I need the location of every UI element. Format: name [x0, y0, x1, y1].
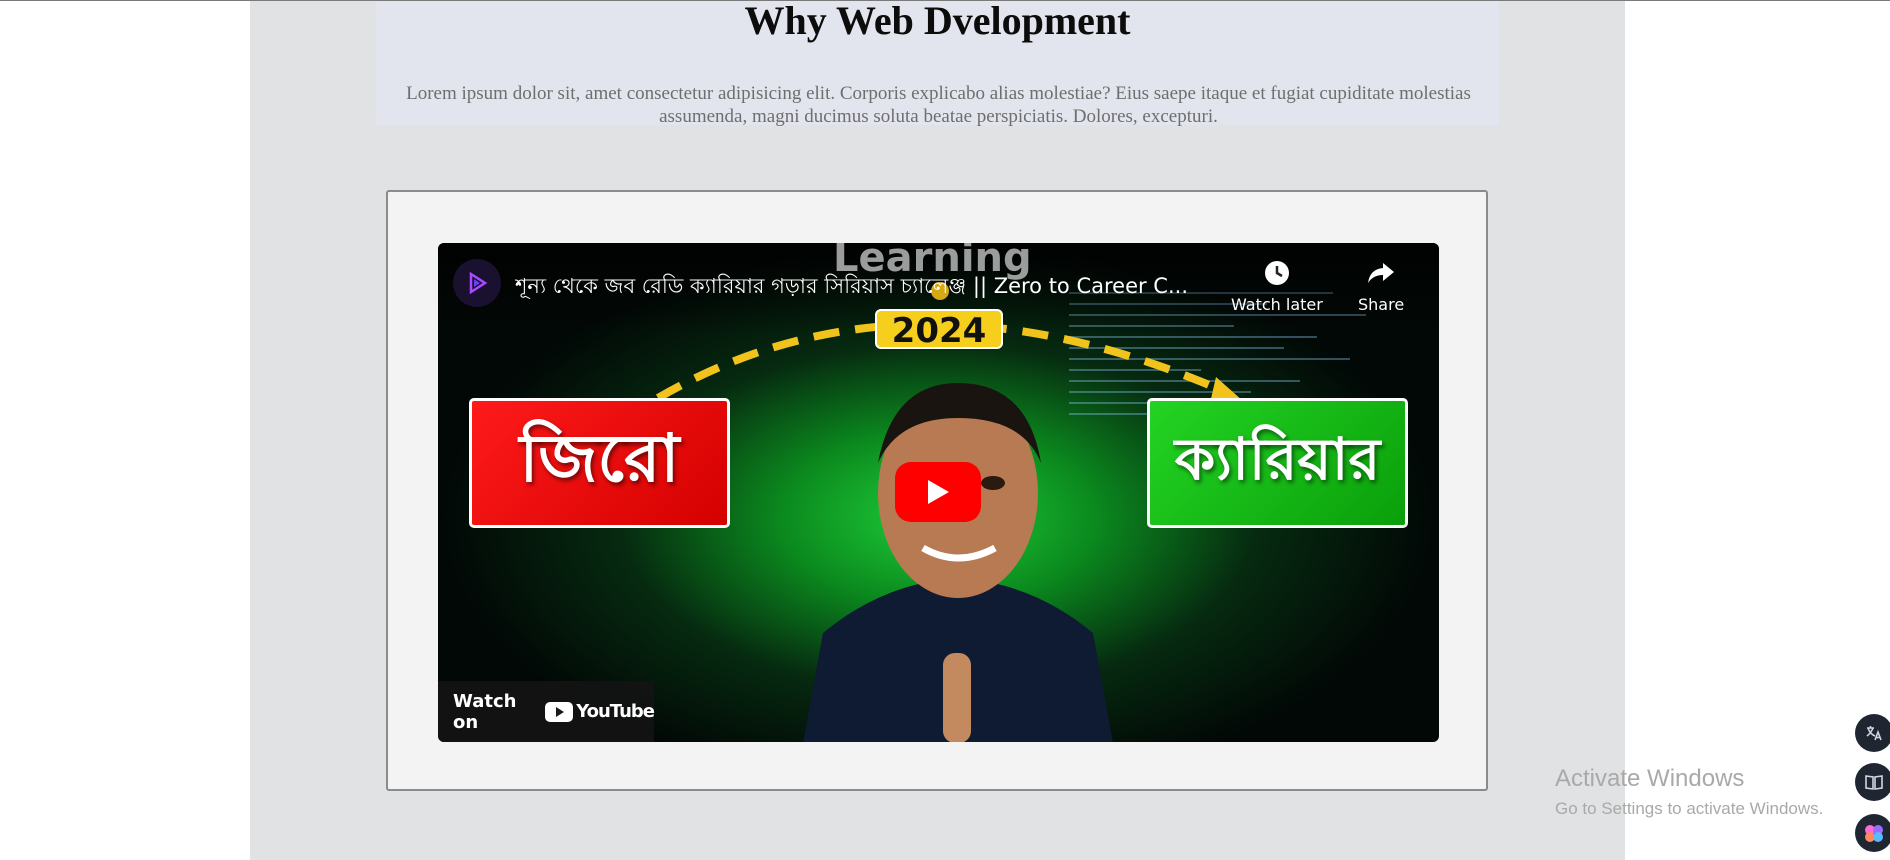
- youtube-icon: [545, 701, 574, 722]
- channel-logo-icon: [469, 271, 488, 295]
- page-description: Lorem ipsum dolor sit, amet consectetur …: [406, 83, 1471, 127]
- youtube-embed[interactable]: Learning 2024 জিরো ক্যারিয়ার শূন্য থেকে…: [438, 243, 1439, 742]
- content-column: Why Web Dvelopment Lorem ipsum dolor sit…: [250, 1, 1625, 860]
- watch-on-label: Watch on: [453, 690, 517, 733]
- year-badge: 2024: [875, 309, 1003, 351]
- watch-later-button[interactable]: Watch later: [1231, 259, 1323, 314]
- channel-avatar[interactable]: [453, 259, 501, 307]
- share-icon: [1368, 263, 1395, 283]
- share-label: Share: [1358, 295, 1405, 314]
- book-icon: [1865, 775, 1883, 790]
- play-button[interactable]: [895, 462, 981, 522]
- activate-windows-subtitle: Go to Settings to activate Windows.: [1555, 799, 1824, 818]
- side-reader-button[interactable]: [1855, 763, 1890, 801]
- activate-windows-watermark: Activate Windows Go to Settings to activ…: [1555, 765, 1823, 819]
- section-header: Why Web Dvelopment Lorem ipsum dolor sit…: [376, 0, 1499, 127]
- presenter-image: [803, 383, 1113, 742]
- activate-windows-title: Activate Windows: [1555, 765, 1745, 792]
- brain-icon: [1865, 825, 1883, 842]
- video-title[interactable]: শূন্য থেকে জব রেডি ক্যারিয়ার গড়ার সিরি…: [515, 270, 1235, 305]
- youtube-logo: YouTube: [545, 701, 655, 722]
- youtube-logo-text: YouTube: [576, 701, 655, 722]
- thumbnail-left-label: জিরো: [469, 398, 730, 528]
- watch-on-youtube-button[interactable]: Watch on YouTube: [438, 681, 655, 742]
- share-button[interactable]: Share: [1358, 259, 1404, 314]
- translate-icon: [1866, 726, 1882, 741]
- clock-icon: [1264, 261, 1289, 285]
- play-icon: [928, 480, 949, 504]
- page-title: Why Web Dvelopment: [744, 0, 1131, 43]
- side-ai-assistant-button[interactable]: [1855, 814, 1890, 852]
- video-frame: Learning 2024 জিরো ক্যারিয়ার শূন্য থেকে…: [386, 190, 1488, 791]
- watch-later-label: Watch later: [1231, 295, 1323, 314]
- thumbnail-right-label: ক্যারিয়ার: [1147, 398, 1408, 528]
- side-translate-button[interactable]: [1855, 714, 1890, 752]
